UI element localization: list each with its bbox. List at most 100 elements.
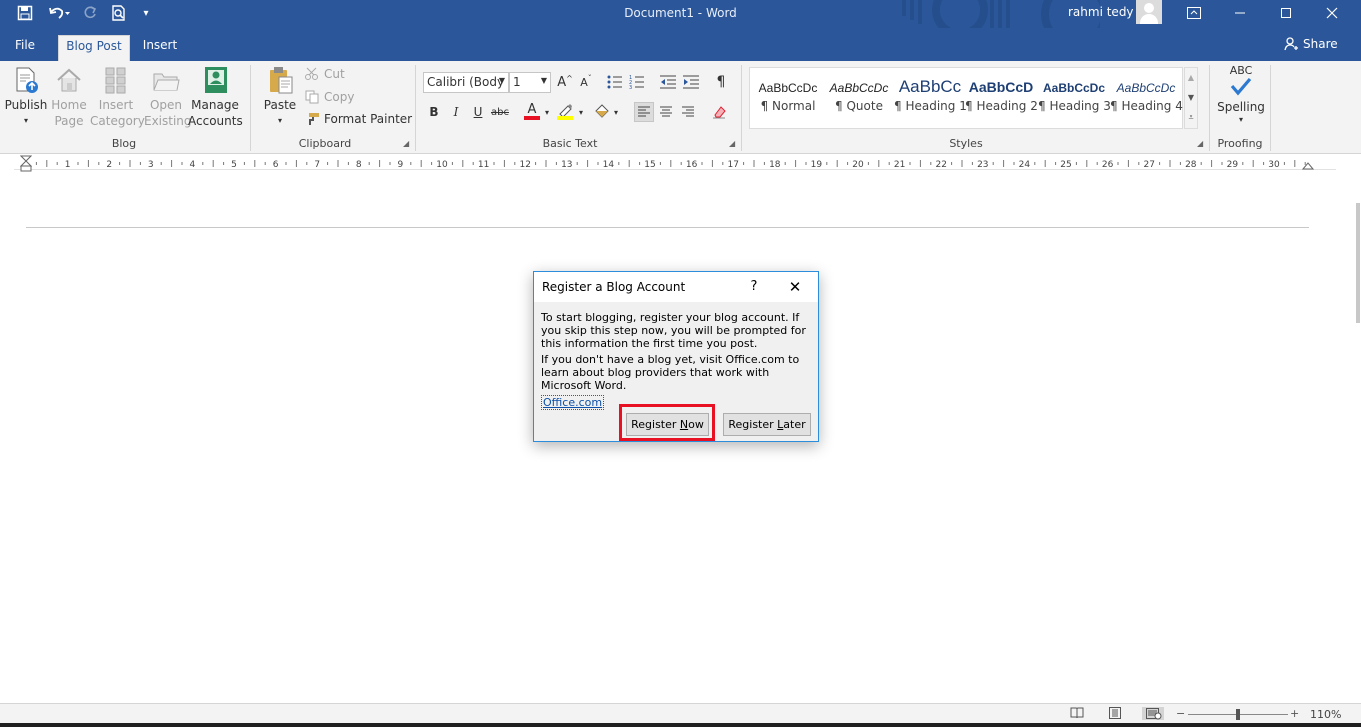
web-layout-icon[interactable] [1142,707,1164,720]
zoom-level[interactable]: 110% [1310,708,1341,721]
save-icon[interactable] [14,3,36,23]
group-divider [250,65,251,151]
tab-insert[interactable]: Insert [138,35,182,61]
paste-button[interactable]: Paste ▾ [260,65,300,129]
underline-button[interactable]: U [468,102,488,122]
shrink-font-icon[interactable]: Aˇ [576,72,596,92]
style-heading-3[interactable]: AaBbCcDc ¶ Heading 3 [1038,75,1111,113]
vertical-scrollbar[interactable] [1355,173,1361,703]
register-later-button[interactable]: Register Later [723,413,811,436]
read-mode-icon[interactable] [1070,707,1084,720]
spelling-button[interactable]: ABC Spelling ▾ [1214,65,1268,125]
style-normal-label: ¶ Normal [760,99,816,113]
highlight-color-bar [557,115,573,120]
font-name-dropdown[interactable]: Calibri (Body ▼ [423,72,509,93]
style-heading-4-preview: AaBbCcDc [1116,81,1176,95]
styles-scroll-up-icon[interactable]: ▲ [1185,68,1197,88]
redo-icon[interactable] [80,3,100,23]
scrollbar-thumb[interactable] [1356,203,1360,323]
group-divider [1270,65,1271,151]
print-layout-icon[interactable] [1108,707,1122,720]
home-page-label-1: Home [51,98,87,112]
show-formatting-marks-icon[interactable]: ¶ [711,72,731,92]
ribbon-display-options-icon[interactable] [1171,0,1217,26]
close-window-icon[interactable] [1309,0,1355,26]
styles-dialog-launcher-icon[interactable]: ◢ [1197,139,1203,148]
print-preview-icon[interactable] [108,3,130,23]
zoom-slider-thumb[interactable] [1236,709,1240,720]
manage-accounts-button[interactable]: Manage Accounts [188,65,243,129]
taskbar-strip [0,723,1361,727]
undo-icon[interactable] [44,3,74,23]
basic-text-dialog-launcher-icon[interactable]: ◢ [729,139,735,148]
indent-marker-right[interactable] [1301,158,1315,170]
highlight-dropdown-icon[interactable]: ▾ [576,102,586,122]
home-page-label-2: Page [54,114,84,128]
ruler-number: 2 [106,160,112,169]
ruler-number: 15 [644,160,655,169]
align-left-icon[interactable] [634,102,654,122]
strikethrough-button[interactable]: abc [490,102,510,122]
style-quote[interactable]: AaBbCcDc ¶ Quote [823,75,895,113]
avatar[interactable] [1136,0,1162,24]
grow-font-icon[interactable]: A ^ [555,72,575,92]
manage-accounts-icon [200,65,230,95]
clipboard-dialog-launcher-icon[interactable]: ◢ [403,139,409,148]
ruler-number: 17 [727,160,738,169]
zoom-in-button[interactable]: + [1290,707,1304,720]
insert-category-button[interactable]: Insert Category [90,65,145,129]
font-color-button[interactable]: A [522,101,542,121]
publish-button[interactable]: Publish ▾ [4,65,48,129]
tab-file[interactable]: File [8,35,42,61]
tab-blog-post[interactable]: Blog Post [58,35,130,61]
format-painter-button[interactable]: Format Painter [304,112,412,126]
styles-scroll-down-icon[interactable]: ▼ [1185,88,1197,108]
style-set-icon[interactable] [592,101,612,121]
chevron-down-icon: ▼ [540,76,547,85]
style-normal[interactable]: AaBbCcDc ¶ Normal [752,75,824,113]
share-button[interactable]: Share [1284,37,1338,51]
office-com-link[interactable]: Office.com [541,395,605,410]
align-center-icon[interactable] [656,102,676,122]
decrease-indent-icon[interactable] [658,72,678,92]
user-name[interactable]: rahmi tedy [1068,5,1134,19]
align-right-icon[interactable] [678,102,698,122]
minimize-icon[interactable] [1217,0,1263,26]
dialog-close-button[interactable]: ✕ [784,276,806,298]
font-color-dropdown-icon[interactable]: ▾ [542,102,552,122]
indent-marker-left[interactable] [19,155,33,172]
publish-dropdown-icon: ▾ [23,116,28,125]
style-heading-1[interactable]: AaBbCc ¶ Heading 1 [894,75,967,113]
maximize-icon[interactable] [1263,0,1309,26]
paintbrush-icon [309,113,319,125]
style-heading-2[interactable]: AaBbCcD ¶ Heading 2 [965,75,1038,113]
bold-button[interactable]: B [424,102,444,122]
ruler-number: 13 [561,160,572,169]
numbering-icon[interactable]: 123 [627,72,647,92]
ruler-number: 14 [603,160,615,169]
svg-text:3: 3 [629,85,632,89]
style-heading-4-label: ¶ Heading 4 [1110,99,1183,113]
manage-accounts-label-1: Manage [191,98,239,112]
increase-indent-icon[interactable] [681,72,701,92]
bullets-icon[interactable] [605,72,625,92]
help-button[interactable]: ? [744,276,764,298]
copy-button[interactable]: Copy [304,90,354,104]
proofing-group-label: Proofing [1217,137,1263,150]
highlight-button[interactable] [555,101,575,121]
ruler-number: 11 [478,160,489,169]
italic-button[interactable]: I [446,102,466,122]
style-heading-4[interactable]: AaBbCcDc ¶ Heading 4 [1110,75,1183,113]
ruler-number: 25 [1060,160,1071,169]
cut-button[interactable]: Cut [304,67,345,81]
clear-formatting-icon[interactable] [709,102,729,122]
open-existing-button[interactable]: Open Existing [144,65,192,129]
customize-qat-icon[interactable]: ▾ [138,3,154,23]
share-label: Share [1303,37,1338,51]
home-page-button[interactable]: Home Page [50,65,88,129]
ruler-number: 12 [519,160,530,169]
style-set-dropdown-icon[interactable]: ▾ [611,102,621,122]
font-size-dropdown[interactable]: 1 ▼ [509,72,551,93]
styles-more-icon[interactable]: ⩡ [1185,108,1197,128]
style-quote-label: ¶ Quote [835,99,883,113]
